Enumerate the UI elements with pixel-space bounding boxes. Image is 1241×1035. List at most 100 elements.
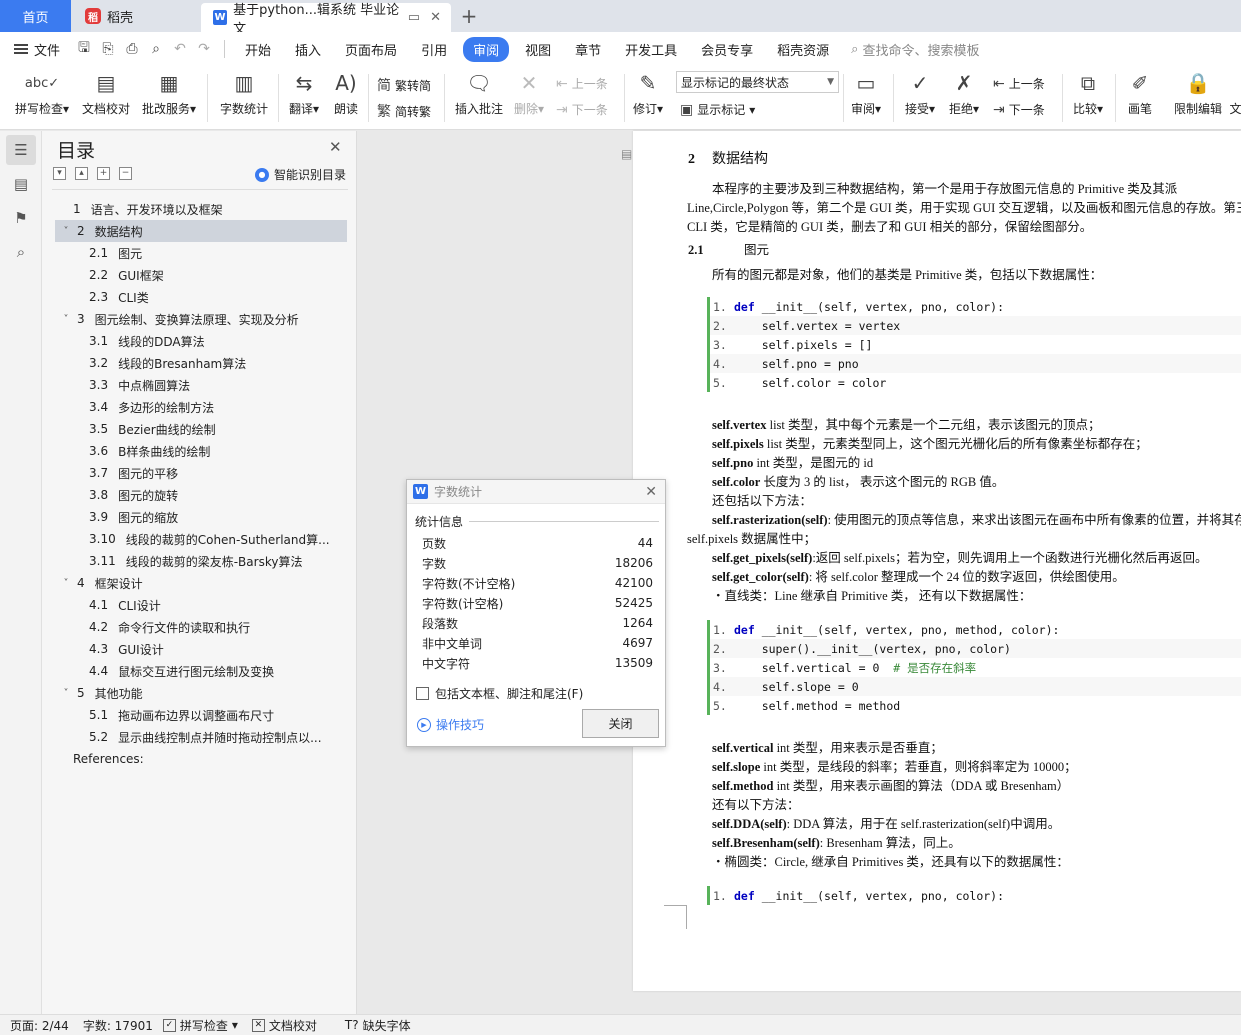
menu-references[interactable]: 引用	[409, 40, 459, 59]
print-icon[interactable]: ⎙	[120, 41, 144, 57]
status-spell-check[interactable]: ✓ 拼写检查 ▾	[162, 1017, 238, 1034]
export-pdf-icon[interactable]: ⎘	[96, 41, 120, 57]
chevron-down-icon[interactable]: ˅	[59, 688, 73, 699]
toc-item[interactable]: 2.3 CLI类	[55, 286, 347, 308]
proofread-button[interactable]: ▤ 文档校对	[80, 66, 132, 117]
menu-developer[interactable]: 开发工具	[613, 40, 689, 59]
close-button[interactable]: 关闭	[582, 709, 659, 738]
attribute-line: ・椭圆类：Circle, 继承自 Primitives 类，还具有以下的数据属性…	[712, 851, 1069, 870]
missing-font-indicator[interactable]: T? 缺失字体	[345, 1017, 411, 1034]
toc-item[interactable]: 3.7 图元的平移	[55, 462, 347, 484]
close-tab-icon[interactable]: ✕	[430, 10, 441, 25]
status-proofread[interactable]: ✕ 文档校对	[251, 1017, 317, 1034]
next-comment-button[interactable]: ⇥ 下一条	[556, 101, 608, 118]
redo-icon[interactable]: ↷	[192, 41, 216, 57]
toc-item[interactable]: 4.1 CLI设计	[55, 594, 347, 616]
tab-daoke[interactable]: 稻 稻壳	[71, 0, 201, 32]
menu-view[interactable]: 视图	[513, 40, 563, 59]
new-tab-button[interactable]: +	[451, 0, 487, 32]
toc-item[interactable]: 3.10 线段的裁剪的Cohen-Sutherland算...	[55, 528, 347, 550]
chevron-down-icon[interactable]: ˅	[59, 314, 73, 325]
insert-comment-button[interactable]: 🗨 插入批注	[452, 66, 506, 117]
toc-item[interactable]: 4.4 鼠标交互进行图元绘制及变换	[55, 660, 347, 682]
dialog-close-icon[interactable]: ✕	[645, 484, 657, 500]
toc-item[interactable]: 3.1 线段的DDA算法	[55, 330, 347, 352]
toc-item[interactable]: 3.2 线段的Bresanham算法	[55, 352, 347, 374]
smart-toc-button[interactable]: ● 智能识别目录	[255, 166, 346, 183]
word-count-button[interactable]: ▥ 字数统计	[218, 66, 270, 117]
toc-item[interactable]: ˅ 4 框架设计	[55, 572, 347, 594]
window-restore-icon[interactable]: ▭	[408, 10, 420, 25]
toc-item[interactable]: 1 语言、开发环境以及框架	[55, 198, 347, 220]
next-change-button[interactable]: ⇥ 下一条	[993, 101, 1045, 118]
tab-home[interactable]: 首页	[0, 0, 71, 32]
toc-item[interactable]: 3.11 线段的裁剪的梁友栋-Barsky算法	[55, 550, 347, 572]
compare-button[interactable]: ⧉ 比较▾	[1068, 66, 1108, 117]
menu-daoke-resources[interactable]: 稻壳资源	[765, 40, 841, 59]
pen-button[interactable]: ✐ 画笔	[1122, 66, 1158, 117]
undo-icon[interactable]: ↶	[168, 41, 192, 57]
toc-item[interactable]: 3.9 图元的缩放	[55, 506, 347, 528]
more-button[interactable]: 文	[1230, 66, 1241, 117]
toc-item[interactable]: 3.6 B样条曲线的绘制	[55, 440, 347, 462]
add-heading-icon[interactable]: +	[97, 167, 110, 180]
batch-service-button[interactable]: ▦ 批改服务▾	[140, 66, 198, 117]
delete-comment-button[interactable]: ✕ 删除▾	[510, 66, 548, 117]
menu-layout[interactable]: 页面布局	[333, 40, 409, 59]
navigation-icon[interactable]: ▤	[6, 169, 36, 199]
spell-check-button[interactable]: abc✓ 拼写检查▾	[11, 66, 73, 117]
reject-button[interactable]: ✗ 拒绝▾	[946, 66, 982, 117]
menu-review[interactable]: 审阅	[463, 36, 510, 62]
include-textbox-checkbox[interactable]: 包括文本框、脚注和尾注(F)	[416, 685, 583, 702]
page-indicator[interactable]: 页面: 2/44	[10, 1017, 69, 1034]
toc-item[interactable]: 3.8 图元的旋转	[55, 484, 347, 506]
menu-section[interactable]: 章节	[563, 40, 613, 59]
toc-item[interactable]: 4.2 命令行文件的读取和执行	[55, 616, 347, 638]
toc-item[interactable]: 5.1 拖动画布边界以调整画布尺寸	[55, 704, 347, 726]
toc-item[interactable]: 3.3 中点椭圆算法	[55, 374, 347, 396]
document-page[interactable]: 2 数据结构 本程序的主要涉及到三种数据结构，第一个是用于存放图元信息的 Primi…	[633, 131, 1241, 991]
chevron-down-icon[interactable]: ˅	[59, 226, 73, 237]
command-search[interactable]: ⌕ 查找命令、搜索模板	[851, 40, 979, 59]
toc-item[interactable]: 3.4 多边形的绘制方法	[55, 396, 347, 418]
toc-item[interactable]: 5.2 显示曲线控制点并随时拖动控制点以...	[55, 726, 347, 748]
remove-heading-icon[interactable]: −	[119, 167, 132, 180]
toc-item[interactable]: 2.2 GUI框架	[55, 264, 347, 286]
simp-to-trad-button[interactable]: 繁简转繁	[377, 101, 431, 121]
track-changes-button[interactable]: ✎ 修订▾	[630, 66, 666, 117]
show-markup-button[interactable]: ▣ 显示标记 ▾	[680, 101, 755, 118]
menu-home[interactable]: 开始	[233, 40, 283, 59]
read-aloud-button[interactable]: A) 朗读	[330, 66, 362, 117]
word-count-indicator[interactable]: 字数: 17901	[83, 1017, 153, 1034]
toc-item[interactable]: ˅ 2 数据结构	[55, 220, 347, 242]
toc-item[interactable]: ˅ 3 图元绘制、变换算法原理、实现及分析	[55, 308, 347, 330]
toc-item[interactable]: References:	[55, 748, 347, 770]
tips-link[interactable]: ▶ 操作技巧	[417, 716, 484, 733]
toc-panel-icon[interactable]: ☰	[6, 135, 36, 165]
toc-item[interactable]: 3.5 Bezier曲线的绘制	[55, 418, 347, 440]
tab-document[interactable]: W 基于python...辑系统 毕业论文 ▭ ✕	[201, 3, 451, 37]
chevron-down-icon[interactable]: ˅	[59, 578, 73, 589]
prev-change-label: 上一条	[1008, 77, 1045, 91]
menu-insert[interactable]: 插入	[283, 40, 333, 59]
prev-change-button[interactable]: ⇤ 上一条	[993, 75, 1045, 92]
restrict-editing-button[interactable]: 🔒 限制编辑	[1170, 66, 1226, 117]
prev-comment-button[interactable]: ⇤ 上一条	[556, 75, 608, 92]
menu-member[interactable]: 会员专享	[689, 40, 765, 59]
save-icon[interactable]: 🖫	[72, 37, 96, 61]
translate-button[interactable]: ⇆ 翻译▾	[286, 66, 322, 117]
bookmark-icon[interactable]: ⚑	[6, 203, 36, 233]
search-panel-icon[interactable]: ⌕	[6, 237, 36, 267]
accept-button[interactable]: ✓ 接受▾	[902, 66, 938, 117]
toc-item[interactable]: 2.1 图元	[55, 242, 347, 264]
expand-all-icon[interactable]: ▾	[53, 167, 66, 180]
toc-item[interactable]: 4.3 GUI设计	[55, 638, 347, 660]
close-icon[interactable]: ✕	[329, 138, 342, 156]
collapse-all-icon[interactable]: ▴	[75, 167, 88, 180]
toc-item[interactable]: ˅ 5 其他功能	[55, 682, 347, 704]
trad-to-simp-button[interactable]: 简繁转简	[377, 75, 431, 95]
review-pane-button[interactable]: ▭ 审阅▾	[848, 66, 884, 117]
markup-state-select[interactable]: 显示标记的最终状态 ▼	[676, 71, 839, 93]
file-menu[interactable]: 文件	[0, 40, 72, 59]
print-preview-icon[interactable]: ⌕	[144, 41, 168, 57]
